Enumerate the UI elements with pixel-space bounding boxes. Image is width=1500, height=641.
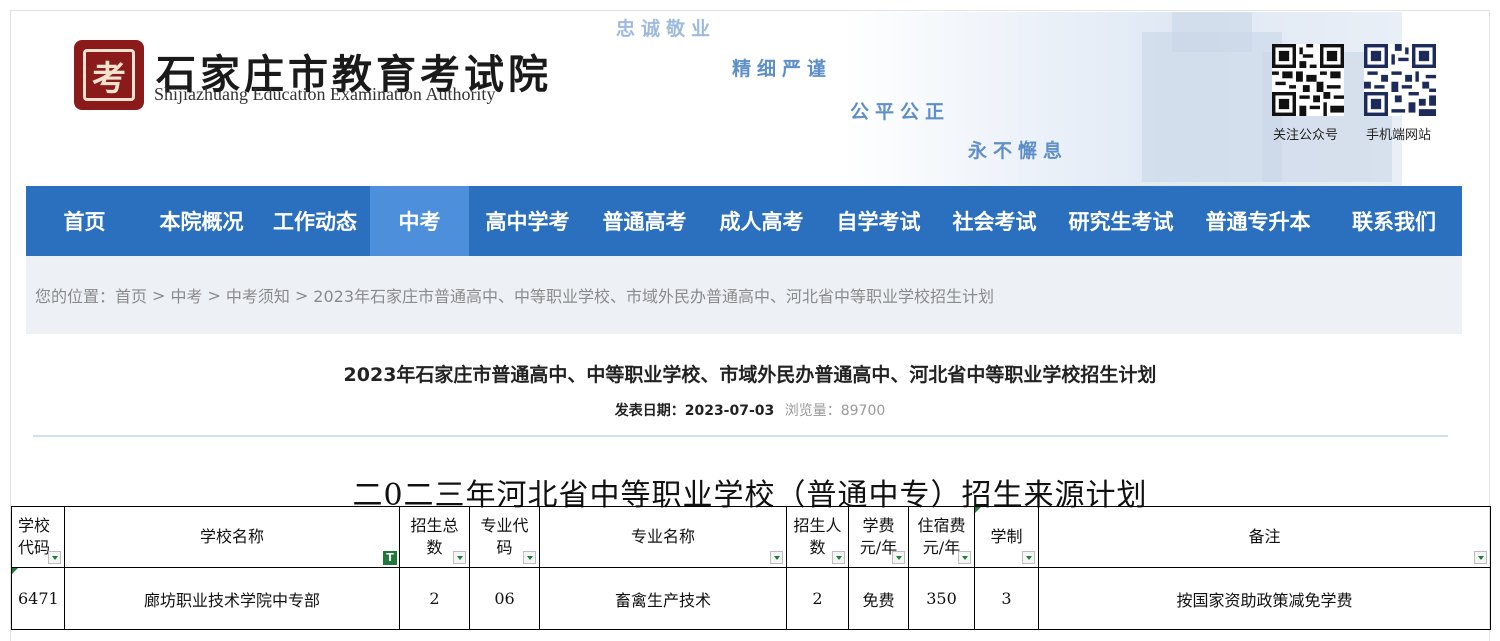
filter-dropdown-icon[interactable]	[958, 551, 971, 564]
cell-school-name: 廊坊职业技术学院中专部	[64, 567, 400, 630]
publish-date: 2023-07-03	[684, 403, 775, 419]
logo-mark: 考	[83, 49, 135, 101]
publish-date-label: 发表日期：	[614, 403, 685, 419]
cell-remarks: 按国家资助政策减免学费	[1038, 567, 1491, 630]
table-header-row: 学校 代码 学校名称 T 招生总 数 专业代 码 专业名称 招生人 数 学费 元/…	[11, 506, 1491, 568]
breadcrumb-link-current[interactable]: 2023年石家庄市普通高中、中等职业学校、市域外民办普通高中、河北省中等职业学校…	[313, 283, 994, 307]
cell-school-code: 6471	[11, 567, 65, 630]
qr-label-mobile-site: 手机端网站	[1366, 128, 1432, 143]
site-logo[interactable]: 考	[74, 40, 144, 110]
filter-dropdown-icon[interactable]	[1022, 551, 1035, 564]
breadcrumb-link-notice[interactable]: 中考须知	[226, 283, 290, 307]
text-filter-icon[interactable]: T	[383, 551, 397, 565]
header-enrollment[interactable]: 招生人 数	[786, 506, 849, 568]
article-title: 2023年石家庄市普通高中、中等职业学校、市域外民办普通高中、河北省中等职业学校…	[343, 364, 1157, 386]
article-meta: 发表日期：2023-07-03 浏览量：89700	[0, 400, 1500, 420]
qr-label-official-account: 关注公众号	[1273, 128, 1339, 143]
filter-dropdown-icon[interactable]	[1474, 551, 1487, 564]
cell-major-code: 06	[469, 567, 540, 630]
slogan-3: 公平公正	[850, 101, 951, 123]
header-tuition[interactable]: 学费 元/年	[848, 506, 909, 568]
nav-item-high-school-exam[interactable]: 高中学考	[469, 186, 586, 256]
filter-dropdown-icon[interactable]	[453, 551, 466, 564]
nav-item-zhongkao[interactable]: 中考	[370, 186, 469, 256]
views-count: 89700	[840, 403, 886, 419]
site-subtitle: Shijiazhuang Education Examination Autho…	[154, 84, 496, 104]
header-accommodation-fee[interactable]: 住宿费 元/年	[908, 506, 975, 568]
enrollment-plan-table: 学校 代码 学校名称 T 招生总 数 专业代 码 专业名称 招生人 数 学费 元/…	[11, 506, 1491, 630]
nav-item-adult-exam[interactable]: 成人高考	[703, 186, 820, 256]
slogan-4: 永不懈息	[968, 140, 1069, 162]
title-divider	[33, 435, 1448, 437]
breadcrumb-separator: >	[152, 285, 166, 305]
filter-dropdown-icon[interactable]	[832, 551, 845, 564]
qr-code-mobile-site-icon[interactable]	[1364, 44, 1436, 116]
cell-enrollment: 2	[786, 567, 849, 630]
breadcrumb-separator: >	[294, 285, 309, 305]
main-nav: 首页 本院概况 工作动态 中考 高中学考 普通高考 成人高考 自学考试 社会考试…	[26, 186, 1462, 256]
breadcrumb-prefix: 您的位置：	[35, 287, 116, 306]
cell-tuition: 免费	[848, 567, 909, 630]
filter-dropdown-icon[interactable]	[48, 551, 61, 564]
qr-code-official-account-icon[interactable]	[1272, 44, 1344, 116]
header-major-name[interactable]: 专业名称	[539, 506, 787, 568]
slogan-2: 精细严谨	[732, 58, 833, 80]
header-school-code[interactable]: 学校 代码	[11, 506, 65, 568]
header-remarks[interactable]: 备注	[1038, 506, 1491, 568]
cell-marker-icon	[12, 568, 18, 574]
table-row: 6471 廊坊职业技术学院中专部 2 06 畜禽生产技术 2 免费 350 3 …	[11, 567, 1491, 630]
breadcrumb: 您的位置： 首页 > 中考 > 中考须知 > 2023年石家庄市普通高中、中等职…	[26, 256, 1462, 334]
views-label: 浏览量：	[784, 403, 841, 419]
header-major-code[interactable]: 专业代 码	[469, 506, 540, 568]
nav-item-home[interactable]: 首页	[26, 186, 143, 256]
cell-total-enrollment: 2	[399, 567, 470, 630]
site-header: 考 石家庄市教育考试院 Shijiazhuang Education Exami…	[26, 12, 1462, 186]
cell-duration: 3	[974, 567, 1039, 630]
header-school-name[interactable]: 学校名称 T	[64, 506, 400, 568]
breadcrumb-link-zhongkao[interactable]: 中考	[170, 283, 202, 307]
cell-marker-icon	[975, 507, 981, 513]
filter-dropdown-icon[interactable]	[770, 551, 783, 564]
nav-item-upgrade-exam[interactable]: 普通专升本	[1190, 186, 1326, 256]
filter-dropdown-icon[interactable]	[523, 551, 536, 564]
filter-dropdown-icon[interactable]	[892, 551, 905, 564]
nav-item-about[interactable]: 本院概况	[143, 186, 260, 256]
breadcrumb-separator: >	[207, 285, 221, 305]
cell-major-name: 畜禽生产技术	[539, 567, 787, 630]
nav-item-social-exam[interactable]: 社会考试	[937, 186, 1052, 256]
nav-item-graduate-exam[interactable]: 研究生考试	[1052, 186, 1190, 256]
header-duration[interactable]: 学制	[974, 506, 1039, 568]
nav-item-gaokao[interactable]: 普通高考	[586, 186, 703, 256]
nav-item-contact[interactable]: 联系我们	[1326, 186, 1462, 256]
nav-item-news[interactable]: 工作动态	[260, 186, 370, 256]
breadcrumb-link-home[interactable]: 首页	[115, 283, 147, 307]
header-total-enrollment[interactable]: 招生总 数	[399, 506, 470, 568]
nav-item-self-study-exam[interactable]: 自学考试	[820, 186, 937, 256]
cell-accommodation-fee: 350	[908, 567, 975, 630]
slogan-1: 忠诚敬业	[616, 18, 717, 40]
